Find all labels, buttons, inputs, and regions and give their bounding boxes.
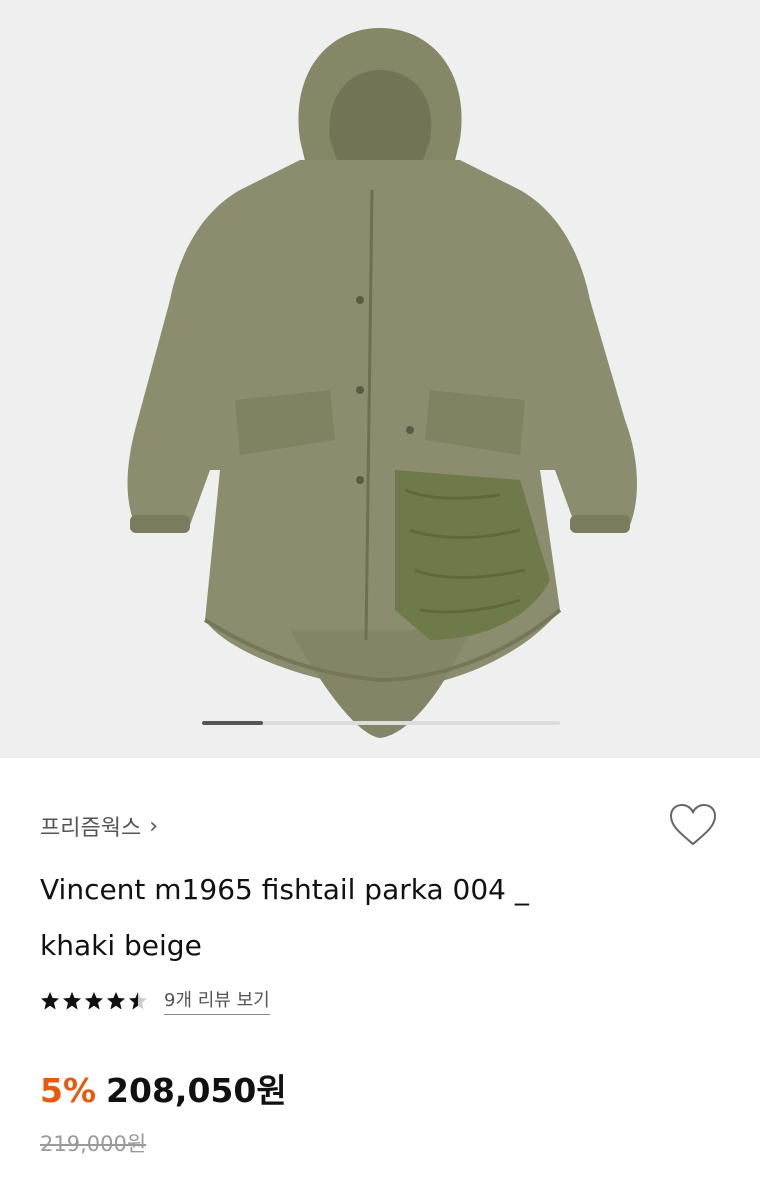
review-link[interactable]: 9개 리뷰 보기 — [164, 986, 270, 1015]
brand-link[interactable]: 프리즘웍스 › — [40, 810, 158, 842]
price-row: 5% 208,050원 — [40, 1064, 287, 1112]
star-icon — [63, 991, 81, 1009]
product-title-line-2: khaki beige — [40, 929, 202, 962]
discount-rate: 5% — [40, 1071, 97, 1110]
chevron-right-icon: › — [149, 813, 159, 839]
gallery-progress-bar — [202, 721, 560, 725]
product-image-gallery[interactable] — [0, 0, 760, 758]
product-title: Vincent m1965 fishtail parka 004 _ khaki… — [40, 862, 600, 974]
product-title-line-1: Vincent m1965 fishtail parka 004 _ — [40, 873, 529, 906]
brand-name: 프리즘웍스 — [40, 816, 142, 841]
sale-price: 208,050원 — [106, 1071, 287, 1110]
product-image — [127, 28, 637, 738]
star-icon — [41, 991, 59, 1009]
star-icon — [129, 991, 147, 1009]
gallery-progress-fill — [202, 721, 263, 725]
heart-outline-icon[interactable] — [668, 802, 718, 848]
star-icon — [107, 991, 125, 1009]
star-rating — [40, 991, 148, 1011]
rating-row: 9개 리뷰 보기 — [40, 986, 270, 1015]
star-icon — [85, 991, 103, 1009]
original-price: 219,000원 — [40, 1132, 147, 1156]
